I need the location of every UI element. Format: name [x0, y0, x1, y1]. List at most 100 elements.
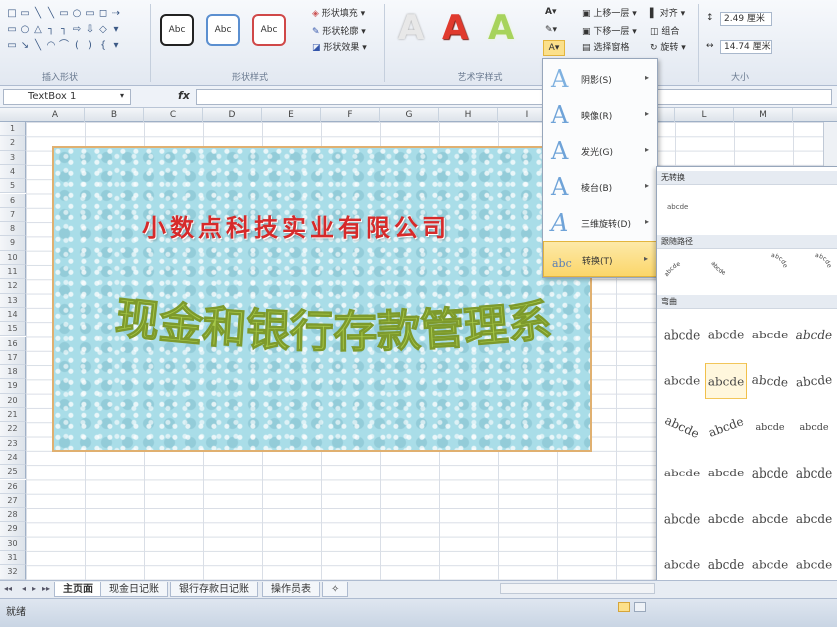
column-header[interactable]: A	[26, 108, 85, 122]
warp-option[interactable]: abcde	[793, 499, 835, 539]
shape-style-blue[interactable]: Abc	[206, 14, 240, 46]
shape-option-icon[interactable]: ╲	[32, 6, 44, 21]
shape-option-icon[interactable]: △	[32, 22, 44, 37]
menu-item-reflection[interactable]: A 映像(R) ▸	[543, 97, 657, 133]
shape-option-icon[interactable]: ┐	[58, 22, 70, 37]
column-header[interactable]: G	[380, 108, 439, 122]
warp-option[interactable]: abcde	[661, 459, 703, 487]
shape-option-icon[interactable]: ○	[19, 22, 31, 37]
row-header[interactable]: 21	[0, 408, 26, 423]
no-transform-option[interactable]: abcde	[667, 203, 688, 211]
insert-sheet-icon[interactable]: ✧	[322, 582, 349, 597]
shape-option-icon[interactable]: □	[6, 6, 18, 21]
row-header[interactable]: 19	[0, 379, 26, 394]
warp-option[interactable]: abcde	[749, 319, 791, 351]
warp-option[interactable]: abcde	[705, 457, 747, 489]
row-header[interactable]: 30	[0, 536, 26, 551]
row-header[interactable]: 15	[0, 322, 26, 337]
name-box-dropdown-icon[interactable]: ▾	[120, 91, 124, 100]
row-header[interactable]: 1	[0, 122, 26, 137]
row-header[interactable]: 3	[0, 150, 26, 165]
shape-option-icon[interactable]: ↘	[19, 38, 31, 53]
follow-path-option[interactable]: abcde	[707, 251, 747, 289]
menu-item-3d-rotation[interactable]: A 三维旋转(D) ▸	[543, 205, 657, 241]
column-header[interactable]: B	[85, 108, 144, 122]
warp-option[interactable]: abcde	[705, 317, 747, 353]
row-header[interactable]: 29	[0, 522, 26, 537]
page-layout-view-icon[interactable]	[634, 602, 646, 612]
follow-path-option[interactable]: abcde	[663, 251, 703, 289]
column-header[interactable]: F	[321, 108, 380, 122]
row-header[interactable]: 6	[0, 193, 26, 208]
warp-option[interactable]: abcde	[793, 449, 835, 497]
prev-sheet-icon[interactable]: ◂	[22, 584, 26, 593]
row-header[interactable]: 11	[0, 265, 26, 280]
shape-option-icon[interactable]: ▭	[6, 22, 18, 37]
row-header[interactable]: 25	[0, 465, 26, 480]
text-outline-icon[interactable]: ✎▾	[545, 24, 557, 36]
column-header[interactable]: L	[675, 108, 734, 122]
shape-option-icon[interactable]: ╲	[45, 6, 57, 21]
column-header[interactable]: D	[203, 108, 262, 122]
shape-option-icon[interactable]: ▭	[6, 38, 18, 53]
shape-option-icon[interactable]: ▾	[110, 38, 122, 53]
tab-operators[interactable]: 操作员表	[262, 582, 320, 597]
shape-option-icon[interactable]: ⌒	[58, 38, 70, 53]
tab-home-sheet[interactable]: 主页面	[54, 582, 102, 597]
row-header[interactable]: 5	[0, 179, 26, 194]
wordart-textbox[interactable]: 小数点科技实业有限公司 现金和银行存款管理系统	[52, 146, 592, 452]
column-header[interactable]: C	[144, 108, 203, 122]
shape-option-icon[interactable]: ▭	[58, 6, 70, 21]
shape-option-icon[interactable]: ⇩	[84, 22, 96, 37]
row-header[interactable]: 31	[0, 551, 26, 566]
tab-cash-journal[interactable]: 现金日记账	[100, 582, 168, 597]
warp-option[interactable]: abcde	[661, 547, 703, 583]
shape-option-icon[interactable]: ▭	[19, 6, 31, 21]
name-box[interactable]: TextBox 1	[3, 89, 131, 105]
first-sheet-icon[interactable]: ◂◂	[4, 584, 12, 593]
wordart-style-green[interactable]: A	[488, 8, 514, 48]
text-effects-button[interactable]: A▾	[543, 40, 565, 56]
warp-option[interactable]: abcde	[657, 400, 709, 454]
insert-function-button[interactable]: fx	[178, 89, 190, 102]
shape-effects-button[interactable]: ◪ 形状效果 ▾	[312, 42, 367, 54]
row-header[interactable]: 14	[0, 307, 26, 323]
menu-item-bevel[interactable]: A 棱台(B) ▸	[543, 169, 657, 205]
shape-option-icon[interactable]: ◻	[97, 6, 109, 21]
selection-pane-button[interactable]: ▤ 选择窗格	[582, 42, 629, 54]
row-header[interactable]: 24	[0, 450, 26, 466]
warp-option[interactable]: abcde	[753, 411, 787, 443]
warp-option[interactable]: abcde	[699, 401, 752, 453]
shape-option-icon[interactable]: ▭	[84, 6, 96, 21]
warp-option[interactable]: abcde	[661, 363, 703, 399]
shape-option-icon[interactable]: ▾	[110, 22, 122, 37]
warp-option[interactable]: abcde	[797, 411, 831, 443]
shape-option-icon[interactable]: ◇	[97, 22, 109, 37]
row-header[interactable]: 20	[0, 393, 26, 408]
shape-option-icon[interactable]: ┐	[45, 22, 57, 37]
row-header[interactable]: 9	[0, 236, 26, 251]
normal-view-icon[interactable]	[618, 602, 630, 612]
row-header[interactable]: 27	[0, 493, 26, 509]
row-header[interactable]: 16	[0, 336, 26, 351]
column-header[interactable]: H	[439, 108, 498, 122]
shape-outline-button[interactable]: ✎ 形状轮廓 ▾	[312, 26, 366, 38]
warp-option[interactable]: abcde	[791, 359, 836, 403]
text-fill-icon[interactable]: A▾	[545, 6, 556, 18]
row-header[interactable]: 4	[0, 164, 26, 180]
height-field[interactable]: 2.49 厘米	[720, 12, 772, 26]
row-header[interactable]: 32	[0, 565, 26, 580]
row-header[interactable]: 28	[0, 508, 26, 523]
follow-path-option[interactable]: abcde	[795, 251, 835, 289]
follow-path-option[interactable]: abcde	[751, 251, 791, 289]
shape-option-icon[interactable]: ╲	[32, 38, 44, 53]
warp-option[interactable]: abcde	[789, 315, 837, 355]
menu-item-transform[interactable]: abc 转换(T) ▸	[543, 241, 657, 277]
shape-fill-button[interactable]: ◈ 形状填充 ▾	[312, 8, 365, 20]
wordart-style-red[interactable]: A	[442, 8, 468, 48]
warp-option[interactable]: abcde	[747, 359, 792, 403]
shape-option-icon[interactable]: ○	[71, 6, 83, 21]
shape-option-icon[interactable]: ⇢	[110, 6, 122, 21]
row-header[interactable]: 23	[0, 436, 26, 451]
warp-option[interactable]: abcde	[661, 313, 703, 357]
